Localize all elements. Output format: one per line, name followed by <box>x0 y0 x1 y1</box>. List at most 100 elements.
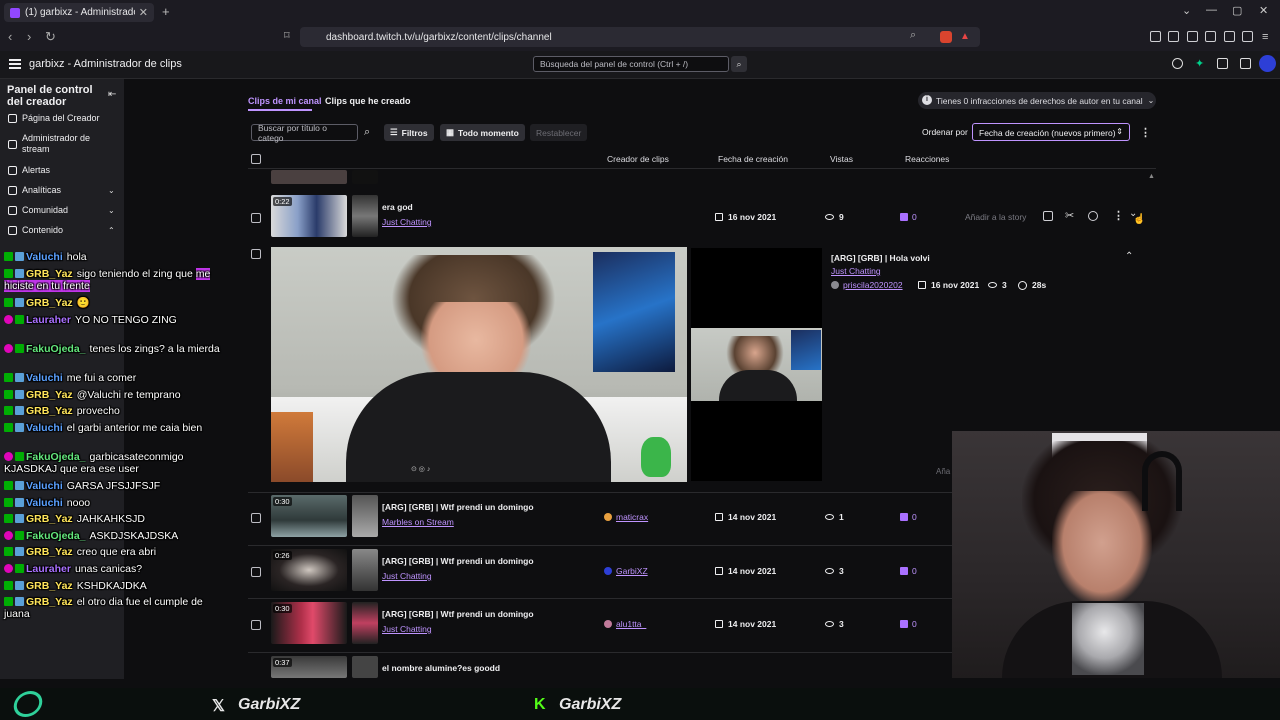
clip-thumbnail[interactable]: 0:30 <box>271 602 347 644</box>
column-date[interactable]: Fecha de creación <box>718 154 788 164</box>
filters-button[interactable]: ☰ Filtros <box>384 124 434 141</box>
preview-title[interactable]: [ARG] [GRB] | Hola volvi <box>831 253 930 263</box>
more-options-icon[interactable]: ⋮ <box>1140 126 1151 139</box>
chat-username[interactable]: GRB_Yaz <box>26 546 73 558</box>
chat-username[interactable]: FakuOjeda_ <box>26 343 86 355</box>
clip-creator-link[interactable]: GarbiXZ <box>604 566 648 576</box>
chat-username[interactable]: GRB_Yaz <box>26 596 73 608</box>
chat-username[interactable]: Valuchi <box>26 251 63 263</box>
clip-checkbox[interactable] <box>251 513 261 523</box>
notifications-icon[interactable] <box>1240 58 1251 69</box>
column-creator[interactable]: Creador de clips <box>607 154 669 164</box>
clip-title[interactable]: el nombre alumine?es goodd <box>382 663 500 673</box>
chat-username[interactable]: GRB_Yaz <box>26 297 73 309</box>
sidebar-item-content[interactable]: Contenido <box>8 225 63 235</box>
share-icon[interactable] <box>1043 211 1053 221</box>
chat-username[interactable]: GRB_Yaz <box>26 513 73 525</box>
clip-creator-link[interactable]: alu1tta_ <box>604 619 646 629</box>
chat-username[interactable]: GRB_Yaz <box>26 405 73 417</box>
clip-checkbox[interactable] <box>251 620 261 630</box>
creator-tools-icon[interactable]: ✦ <box>1195 57 1204 70</box>
all-time-button[interactable]: ▦ Todo momento <box>440 124 525 141</box>
forward-icon[interactable]: › <box>27 29 31 44</box>
dashboard-search-input[interactable]: Búsqueda del panel de control (Ctrl + /) <box>533 56 729 72</box>
copyright-infractions-pill[interactable]: i Tienes 0 infracciones de derechos de a… <box>918 92 1156 109</box>
clip-video-player[interactable]: ⊙ ◎ ♪ <box>271 247 687 482</box>
help-icon[interactable] <box>1172 58 1183 69</box>
chat-username[interactable]: FakuOjeda_ <box>26 451 86 463</box>
clip-title[interactable]: [ARG] [GRB] | Wtf prendi un domingo <box>382 609 534 619</box>
sort-select[interactable]: Fecha de creación (nuevos primero) ⇕ <box>972 123 1130 141</box>
preview-thumbnail[interactable] <box>691 328 822 401</box>
clip-search-input[interactable]: Buscar por título o catego <box>251 123 358 143</box>
avatar[interactable] <box>1259 55 1276 72</box>
close-tab-icon[interactable]: ✕ <box>139 6 148 19</box>
back-icon[interactable]: ‹ <box>8 29 12 44</box>
chat-username[interactable]: Valuchi <box>26 422 63 434</box>
tab-clips-i-created[interactable]: Clips que he creado <box>325 96 411 106</box>
extension-icon[interactable] <box>1224 31 1235 42</box>
search-icon[interactable]: ⌕ <box>731 56 747 72</box>
new-tab-icon[interactable]: + <box>162 4 170 19</box>
search-icon[interactable]: ⌕ <box>364 126 370 139</box>
clip-thumbnail[interactable]: 0:22 <box>271 195 347 237</box>
collapse-chevron-icon[interactable]: ⌃ <box>1125 251 1133 262</box>
sidebar-item-creator-page[interactable]: Página del Creador <box>8 113 100 123</box>
sidebar-item-alerts[interactable]: Alertas <box>8 165 50 175</box>
chat-username[interactable]: Valuchi <box>26 497 63 509</box>
chevron-down-icon[interactable]: ⌄ <box>108 206 115 215</box>
rewards-icon[interactable]: ▲ <box>960 31 970 42</box>
download-icon[interactable] <box>1088 211 1098 221</box>
sidebar-toggle-icon[interactable] <box>1187 31 1198 42</box>
clip-creator-link[interactable]: maticrax <box>604 512 648 522</box>
url-bar[interactable]: dashboard.twitch.tv/u/garbixz/content/cl… <box>300 27 980 47</box>
wallet-icon[interactable] <box>1205 31 1216 42</box>
scissors-icon[interactable]: ✂ <box>1065 209 1074 222</box>
preview-category-link[interactable]: Just Chatting <box>831 266 881 276</box>
vpn-icon[interactable] <box>1242 31 1253 42</box>
clip-thumbnail[interactable] <box>271 170 347 184</box>
browser-tab[interactable]: (1) garbixz - Administrador de cl ✕ <box>4 3 154 22</box>
tab-list-chevron-icon[interactable]: ⌄ <box>1182 4 1191 17</box>
zoom-icon[interactable]: ⌕ <box>910 29 916 42</box>
chevron-down-icon[interactable]: ⌄ <box>108 186 115 195</box>
clip-category-link[interactable]: Just Chatting <box>382 217 432 227</box>
close-window-icon[interactable]: ✕ <box>1259 4 1268 17</box>
preview-creator-link[interactable]: priscila2020202 <box>831 280 903 290</box>
inbox-icon[interactable] <box>1217 58 1228 69</box>
extension-icon[interactable] <box>1150 31 1161 42</box>
clip-thumbnail[interactable]: 0:30 <box>271 495 347 537</box>
sidebar-item-analytics[interactable]: Analíticas <box>8 185 61 195</box>
extension-icon[interactable] <box>1168 31 1179 42</box>
chat-username[interactable]: Lauraher <box>26 563 71 575</box>
chat-username[interactable]: Valuchi <box>26 480 63 492</box>
minimize-icon[interactable]: — <box>1206 4 1217 16</box>
chevron-up-icon[interactable]: ⌃ <box>108 226 115 235</box>
bookmark-icon[interactable]: ⌑ <box>284 29 290 42</box>
scroll-up-icon[interactable]: ▲ <box>1148 173 1155 180</box>
clip-checkbox[interactable] <box>251 567 261 577</box>
clip-category-link[interactable]: Marbles on Stream <box>382 517 454 527</box>
clip-checkbox[interactable] <box>251 249 261 259</box>
reset-button[interactable]: Restablecer <box>530 124 588 141</box>
select-all-checkbox[interactable] <box>251 154 261 164</box>
brave-shield-icon[interactable] <box>940 31 952 43</box>
menu-icon[interactable] <box>9 59 21 69</box>
sidebar-item-stream-manager[interactable]: Administrador de stream <box>8 133 100 155</box>
clip-title[interactable]: era god <box>382 202 413 212</box>
browser-menu-icon[interactable]: ≡ <box>1262 31 1268 43</box>
chat-username[interactable]: Lauraher <box>26 314 71 326</box>
clip-more-icon[interactable]: ⋮ <box>1113 209 1124 222</box>
chat-username[interactable]: Valuchi <box>26 372 63 384</box>
reload-icon[interactable]: ↻ <box>45 29 56 45</box>
chat-username[interactable]: GRB_Yaz <box>26 268 73 280</box>
sidebar-item-community[interactable]: Comunidad <box>8 205 68 215</box>
clip-thumbnail[interactable]: 0:26 <box>271 549 347 591</box>
clip-category-link[interactable]: Just Chatting <box>382 624 432 634</box>
collapse-sidebar-icon[interactable]: ⇤ <box>108 89 116 100</box>
add-to-story-button[interactable]: Añadir a la story <box>965 212 1026 222</box>
chat-username[interactable]: FakuOjeda_ <box>26 530 86 542</box>
clip-category-link[interactable]: Just Chatting <box>382 571 432 581</box>
clip-title[interactable]: [ARG] [GRB] | Wtf prendi un domingo <box>382 556 534 566</box>
column-reactions[interactable]: Reacciones <box>905 154 949 164</box>
